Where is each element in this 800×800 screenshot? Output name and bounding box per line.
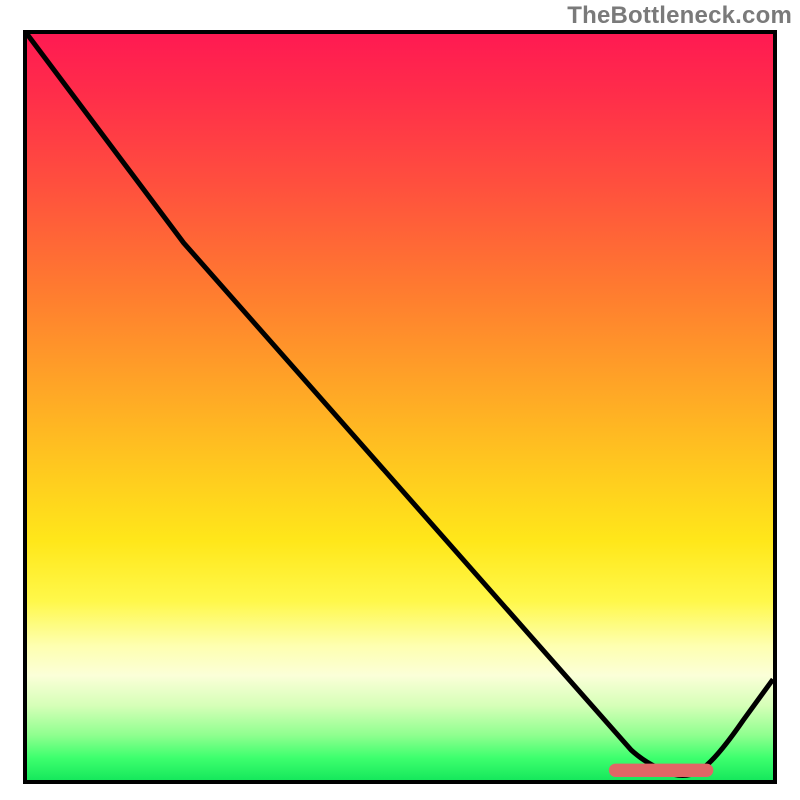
watermark-text: TheBottleneck.com [567, 2, 792, 30]
plot-area [23, 30, 777, 784]
bottleneck-curve [27, 34, 773, 776]
chart-frame: TheBottleneck.com [0, 0, 800, 800]
optimal-range-bar [609, 764, 713, 777]
curve-overlay [27, 34, 773, 780]
